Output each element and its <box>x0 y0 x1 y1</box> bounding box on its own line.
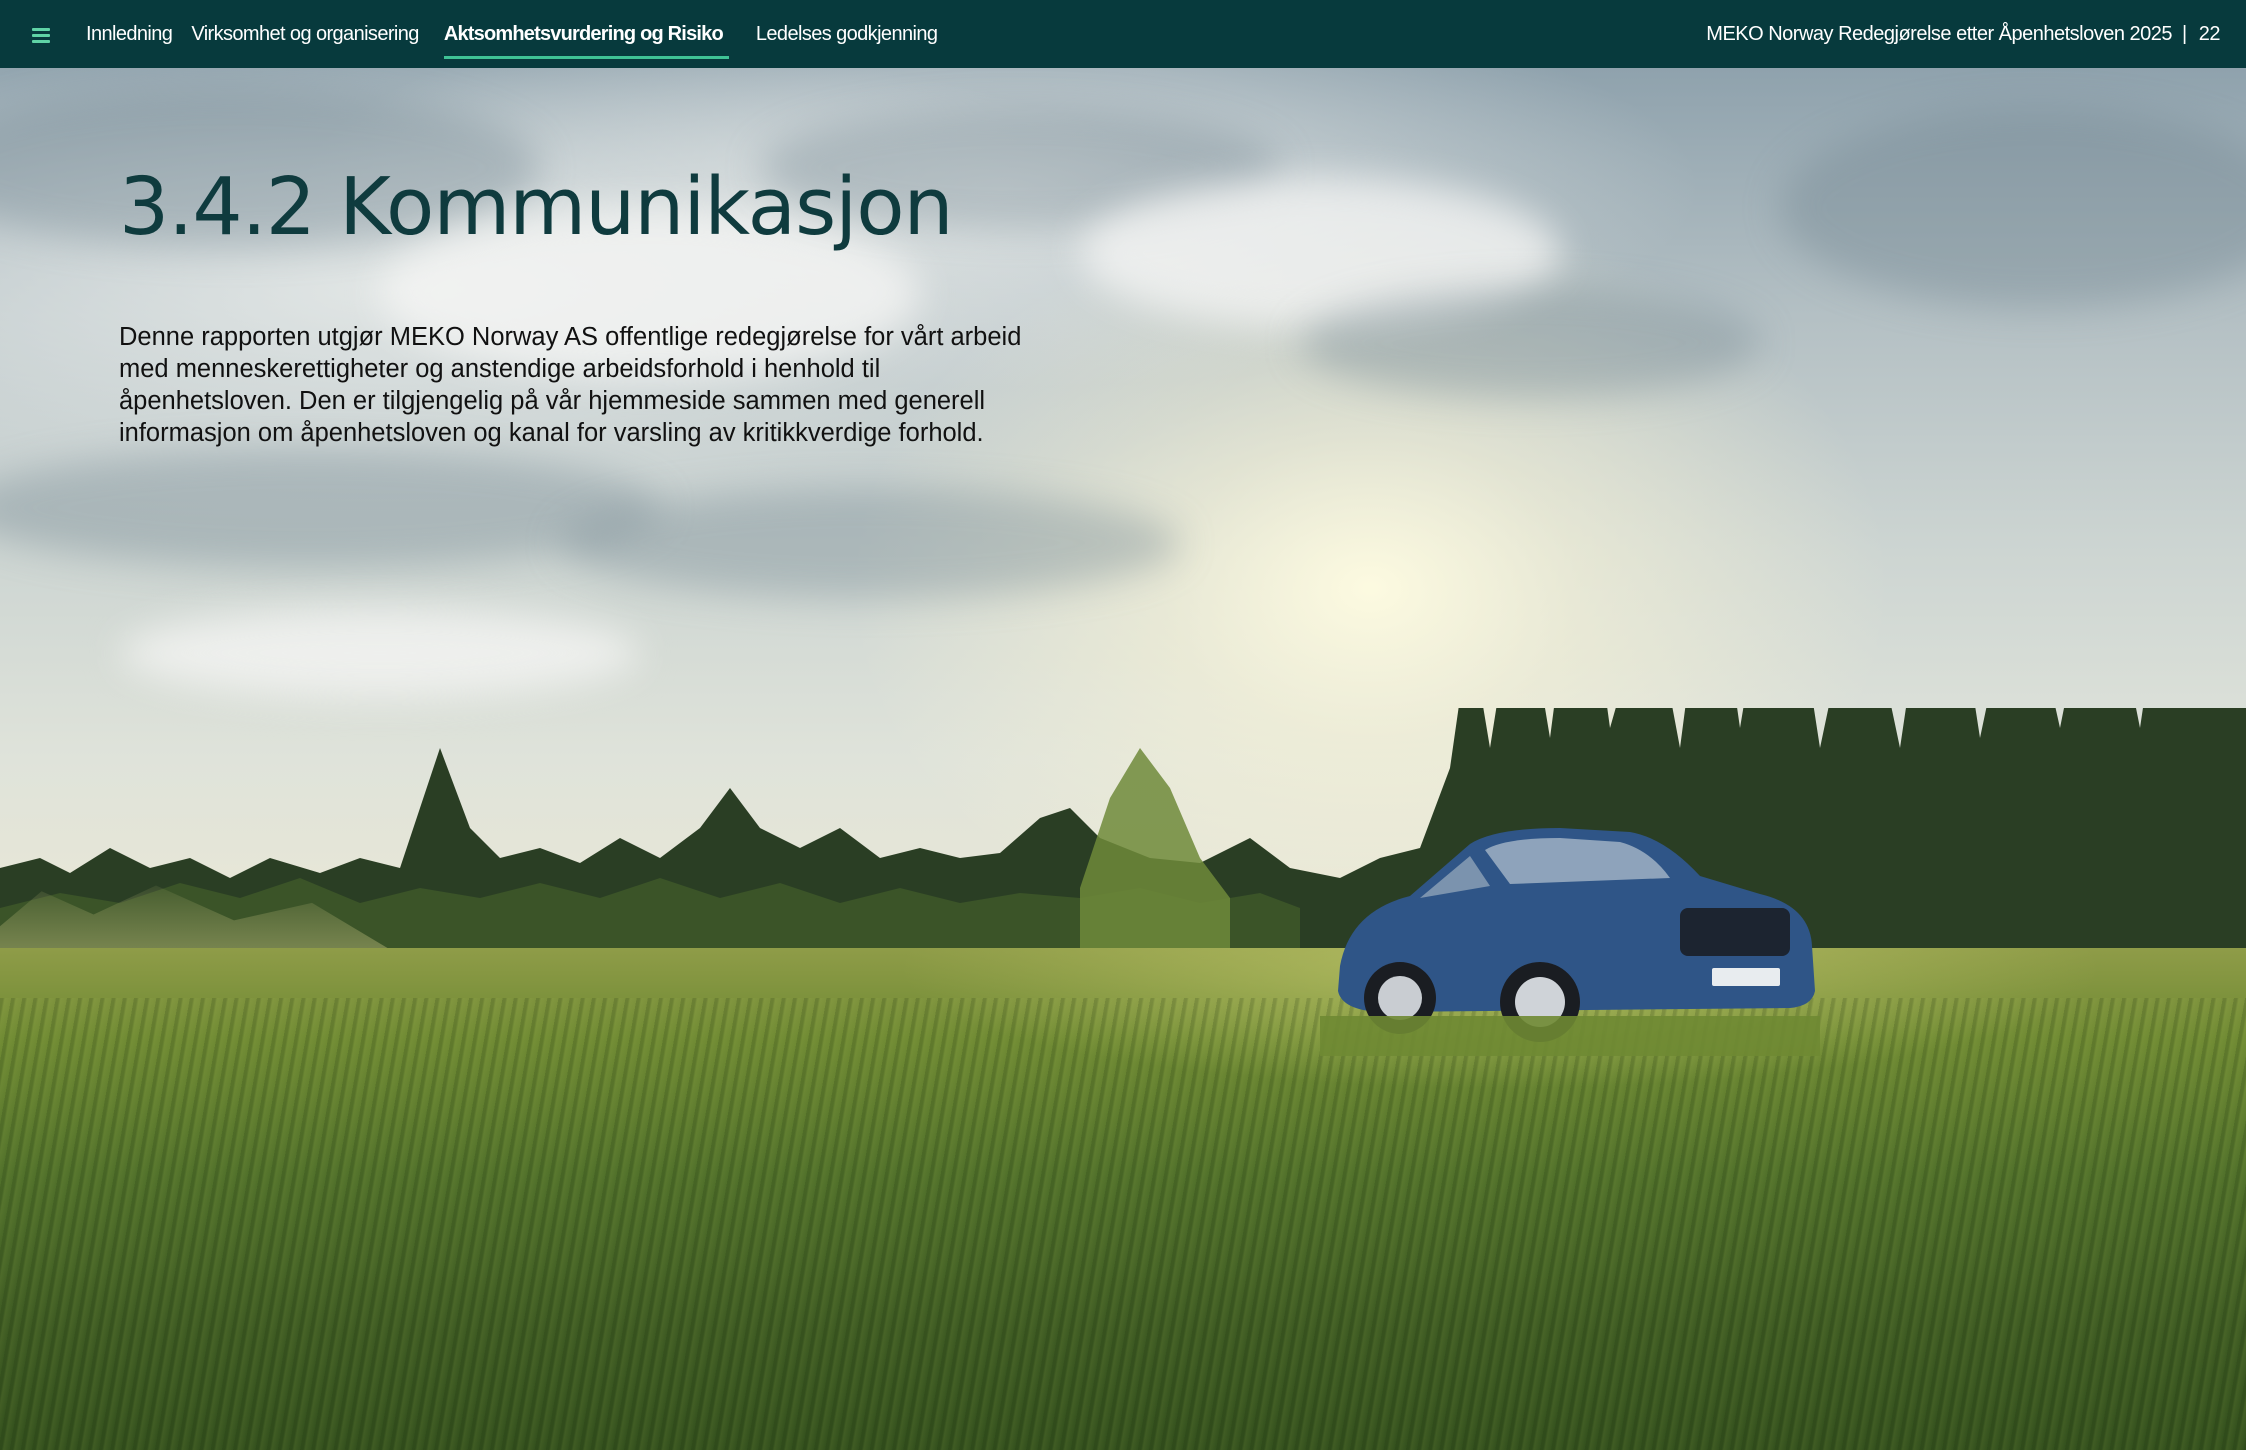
blue-sedan-car <box>1320 828 1820 1056</box>
nav-item-aktsomhetsvurdering-og-risiko[interactable]: Aktsomhetsvurdering og Risiko <box>443 23 729 59</box>
document-page: Innledning Virksomhet og organisering Ak… <box>0 0 2246 1450</box>
nav-item-innledning[interactable]: Innledning <box>86 23 173 46</box>
header-separator: | <box>2182 22 2187 45</box>
cloud <box>120 608 640 698</box>
cloud <box>1300 288 1760 398</box>
cloud <box>1780 108 2246 308</box>
grass-texture <box>0 998 2246 1450</box>
nav-item-virksomhet-og-organisering[interactable]: Virksomhet og organisering <box>191 23 419 46</box>
main-content: 3.4.2 Kommunikasjon Denne rapporten utgj… <box>119 168 1039 449</box>
report-header: MEKO Norway Redegjørelse etter Åpenhetsl… <box>1706 0 2220 68</box>
cloud <box>560 488 1180 598</box>
nav-item-ledelses-godkjenning[interactable]: Ledelses godkjenning <box>756 23 938 46</box>
page-title: 3.4.2 Kommunikasjon <box>119 161 954 253</box>
section-navigation: Innledning Virksomhet og organisering Ak… <box>86 0 938 68</box>
report-title: MEKO Norway Redegjørelse etter Åpenhetsl… <box>1706 22 2173 45</box>
hamburger-menu-icon[interactable] <box>32 28 50 43</box>
page-number: 22 <box>2198 22 2221 45</box>
top-navigation-bar: Innledning Virksomhet og organisering Ak… <box>0 0 2246 68</box>
cloud <box>0 448 660 568</box>
intro-paragraph: Denne rapporten utgjør MEKO Norway AS of… <box>119 323 1022 447</box>
